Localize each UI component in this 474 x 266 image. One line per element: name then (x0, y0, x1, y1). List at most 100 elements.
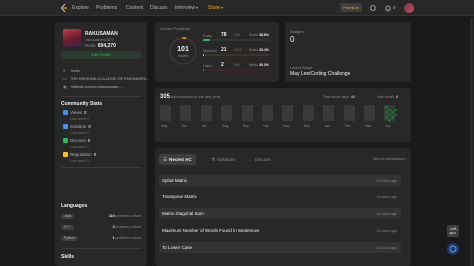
linkedin-row[interactable]: ▣ linkedin.com/in/rakusaman-... (63, 84, 123, 89)
heatmap-month-label: Mar (365, 124, 372, 128)
stat-discuss-label: Discuss (70, 138, 86, 143)
rank-label: Rank (85, 43, 96, 48)
user-avatar[interactable] (404, 3, 414, 13)
tab-recent-ac-label: Recent AC (169, 157, 192, 162)
profile-handle: rakusaman2307 (85, 37, 114, 42)
submission-time: 12 hours ago (376, 228, 397, 233)
top-navigation-bar: Explore Problems Contest Discuss Intervi… (0, 0, 474, 16)
view-all-label[interactable]: View all submissions (373, 157, 405, 161)
python-count: 1 (112, 236, 115, 240)
languages-title: Languages (61, 203, 88, 209)
notification-count: 0 (393, 5, 396, 10)
stat-reputation-sub: Last week 0 (70, 159, 89, 163)
bell-icon[interactable] (384, 4, 392, 12)
heatmap-month-label: Oct (263, 124, 269, 128)
heatmap-active-cell[interactable] (388, 119, 391, 122)
hard-solved: 2 (221, 62, 224, 68)
cpp-count-label: problems solved (115, 225, 141, 229)
tab-recent-ac[interactable]: ☰ Recent AC (159, 154, 196, 165)
divider (61, 248, 141, 249)
easy-beats-label: Beats (249, 33, 259, 37)
heatmap-month-block (200, 105, 212, 121)
list-item[interactable]: Spiral Matrix 10 hours ago (159, 175, 401, 186)
problem-title[interactable]: Maximum Number of Words Found in Sentenc… (162, 228, 259, 233)
submission-calendar-card: 305submissions in the last year Total ac… (155, 88, 411, 142)
tab-solutions-label: Solutions (217, 157, 236, 162)
hard-progress-bar (203, 69, 269, 71)
nav-problems[interactable]: Problems (96, 5, 117, 11)
medium-progress-fill (203, 54, 205, 56)
stat-discuss: Discuss 0 (70, 138, 90, 143)
easy-progress-fill (203, 39, 210, 41)
chevron-down-icon: ▾ (196, 5, 199, 10)
language-solved-java: 110 problems solved (109, 214, 141, 218)
problem-title[interactable]: To Lower Case (162, 245, 192, 250)
profile-sidebar: RAKUSAMAN rakusaman2307 Rank 694,270 Edi… (55, 22, 149, 266)
list-item[interactable]: Matrix Diagonal Sum 11 hours ago (159, 208, 401, 219)
easy-progress-bar (203, 39, 269, 41)
stat-discuss-value: 0 (87, 138, 91, 143)
stat-views-sub: Last week 0 (70, 117, 89, 121)
stat-reputation: Reputation 0 (70, 152, 96, 157)
list-item[interactable]: To Lower Case 12 hours ago (159, 242, 401, 253)
difficulty-hard: Hard 2 /666 Beats 30.3% (203, 62, 269, 73)
active-days-label: Total active days: (323, 95, 350, 99)
debug-icon[interactable] (369, 4, 377, 12)
tab-solutions[interactable]: ⚗ Solutions (207, 154, 240, 165)
heatmap-month-label: Jan (324, 124, 330, 128)
help-button[interactable] (447, 243, 459, 255)
heatmap-month-block (262, 105, 273, 121)
list-item[interactable]: Maximum Number of Words Found in Sentenc… (159, 225, 401, 236)
submission-time: 11 hours ago (376, 211, 397, 216)
nav-discuss[interactable]: Discuss (150, 5, 168, 11)
scrollbar[interactable] (470, 18, 473, 266)
stat-reputation-value: 0 (93, 152, 97, 157)
nav-store-label: Store (208, 5, 220, 11)
heatmap-month-block (221, 105, 233, 121)
heatmap-month-block (323, 105, 335, 121)
heatmap-month-label: Apr (385, 124, 391, 128)
list-item[interactable]: Transpose Matrix 11 hours ago (159, 191, 401, 202)
locked-badge-label: Locked Badge (290, 66, 313, 70)
leetcode-logo-icon[interactable] (60, 3, 68, 13)
heatmap-month-block (180, 105, 192, 121)
premium-button[interactable]: Premium (340, 3, 362, 12)
view-all-submissions-link[interactable]: View all submissions › (373, 157, 407, 161)
language-tag-python: Python (61, 236, 78, 241)
nav-interview[interactable]: Interview▾ (175, 5, 198, 11)
submission-time: 12 hours ago (376, 245, 397, 250)
stat-views: Views 0 (70, 110, 86, 115)
nav-explore[interactable]: Explore (72, 5, 89, 11)
submission-count-desc: submissions in the last year (171, 94, 221, 99)
medium-beats-value: 33.4% (259, 48, 269, 52)
easy-label: Easy (203, 33, 212, 38)
profile-avatar (63, 29, 81, 47)
heatmap-active-cell[interactable] (391, 116, 394, 119)
problem-title[interactable]: Matrix Diagonal Sum (162, 211, 204, 216)
nav-contest[interactable]: Contest (126, 5, 143, 11)
java-count-label: problems solved (115, 214, 141, 218)
heatmap-month-label: Aug (222, 124, 229, 128)
medium-beats-label: Beats (249, 48, 259, 52)
nav-store[interactable]: Store▾ (208, 5, 223, 11)
problem-title[interactable]: Transpose Matrix (162, 194, 197, 199)
problem-title[interactable]: Spiral Matrix (162, 178, 187, 183)
locked-badge-name[interactable]: May LeetCoding Challenge (290, 71, 350, 77)
heatmap-month-label: Nov (283, 124, 290, 128)
heatmap-month-label: Jun (181, 124, 188, 128)
java-count: 110 (108, 214, 115, 218)
python-count-label: problems solved (115, 236, 141, 240)
solved-problems-card: Solved Problems 101 Solved Easy 78 /754 … (155, 22, 279, 82)
submission-count: 305submissions in the last year (160, 94, 220, 100)
submission-time: 10 hours ago (376, 178, 397, 183)
solved-total: 101 (177, 46, 189, 53)
heatmap-active-cell[interactable] (394, 108, 397, 112)
swap-icon (448, 227, 458, 235)
layout-toggle-button[interactable] (447, 225, 459, 237)
linkedin-text[interactable]: linkedin.com/in/rakusaman-... (71, 84, 123, 89)
language-solved-cpp: 3 problems solved (113, 225, 141, 229)
tab-discuss[interactable]: ◌ Discuss (245, 154, 275, 165)
edit-profile-button[interactable]: Edit Profile (61, 51, 141, 59)
hard-beats: Beats 30.3% (249, 63, 269, 67)
heatmap-active-cell[interactable] (394, 113, 397, 117)
